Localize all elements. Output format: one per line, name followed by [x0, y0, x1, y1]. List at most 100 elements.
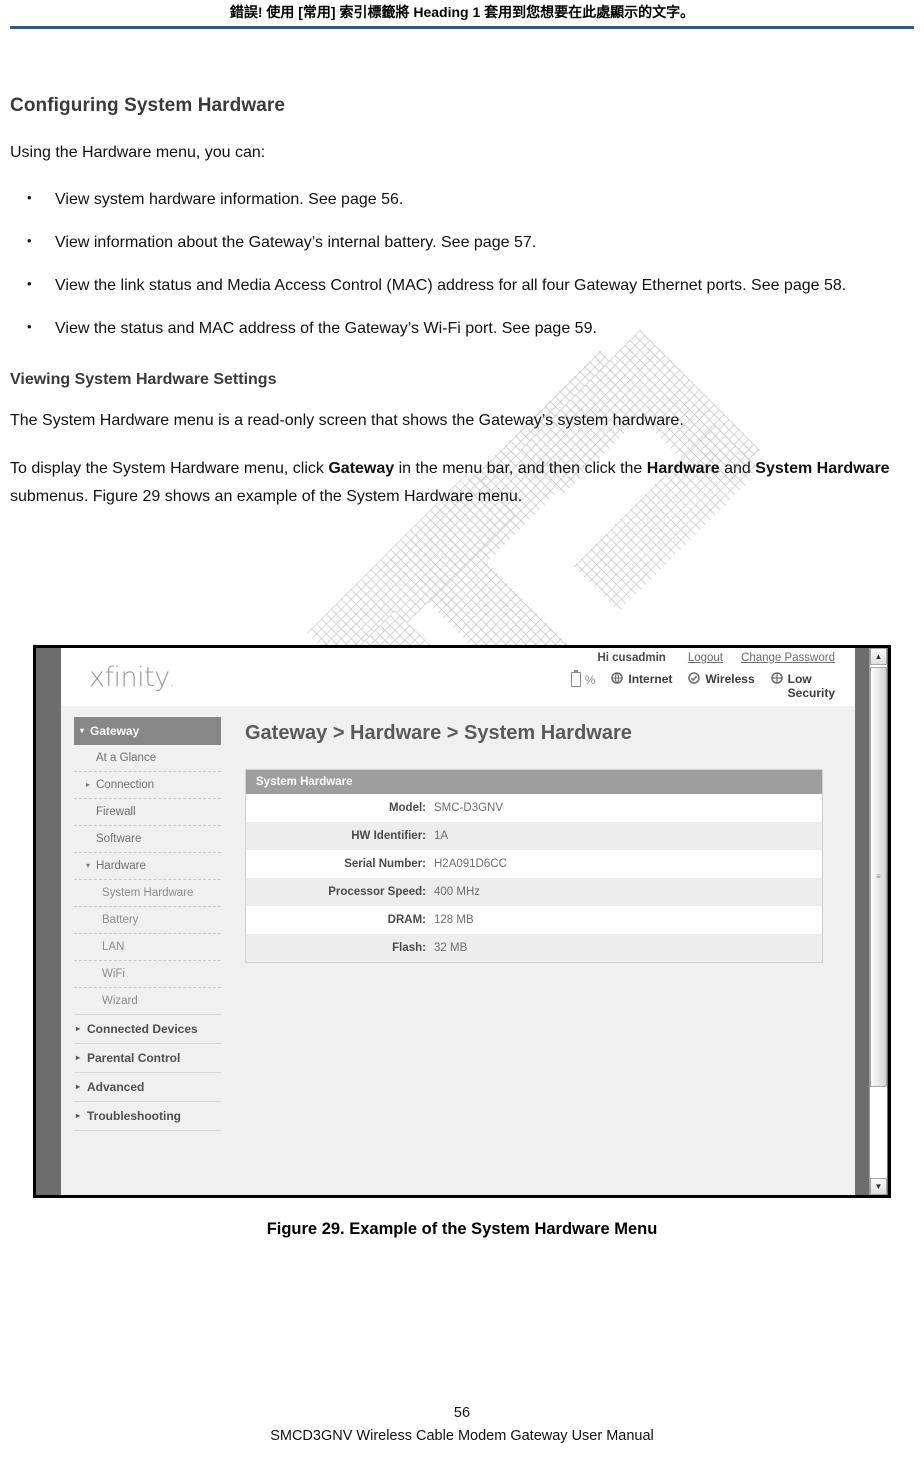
xfinity-logo-dot: . — [169, 671, 175, 690]
instruction-text-4: submenus. Figure 29 shows an example of … — [10, 488, 523, 505]
table-row: Processor Speed: 400 MHz — [246, 878, 822, 906]
sidebar-item-label: At a Glance — [96, 752, 157, 764]
sidebar-item-hardware[interactable]: ▾ Hardware — [74, 853, 221, 880]
shield-icon — [770, 672, 783, 687]
table-row: HW Identifier: 1A — [246, 822, 822, 850]
security-status-label-group: Low Security — [788, 672, 835, 700]
panel-row-list: Model: SMC-D3GNV HW Identifier: 1A Serial … — [246, 794, 822, 962]
intro-paragraph: Using the Hardware menu, you can: — [10, 144, 266, 161]
battery-percent-label: % — [584, 672, 596, 687]
sidebar-nav: ▾ Gateway At a Glance ▸ Connection Firewal… — [61, 706, 231, 1195]
instruction-text-1: To display the System Hardware menu, cli… — [10, 460, 329, 477]
page-title: Configuring System Hardware — [10, 95, 286, 116]
sidebar-item-label: System Hardware — [102, 887, 194, 899]
list-item: View system hardware information. See pa… — [10, 185, 914, 212]
figure-caption: Figure 29. Example of the System Hardwar… — [266, 1220, 658, 1238]
sidebar-item-battery[interactable]: Battery — [74, 907, 221, 934]
sidebar-item-software[interactable]: Software — [74, 826, 221, 853]
manual-title: SMCD3GNV Wireless Cable Modem Gateway Us… — [270, 1428, 654, 1444]
menu-name-hardware: Hardware — [646, 460, 720, 477]
description-paragraph: The System Hardware menu is a read-only … — [10, 412, 684, 429]
sidebar-item-system-hardware[interactable]: System Hardware — [74, 880, 221, 907]
sidebar-item-label: Firewall — [96, 806, 136, 818]
change-password-link[interactable]: Change Password — [741, 652, 835, 664]
sidebar-item-advanced[interactable]: ▸ Advanced — [74, 1073, 221, 1102]
scroll-down-arrow-icon[interactable]: ▼ — [870, 1178, 887, 1195]
sidebar-item-wizard[interactable]: Wizard — [74, 988, 221, 1015]
page-number: 56 — [453, 1405, 471, 1421]
sidebar-item-label: Wizard — [102, 995, 138, 1007]
wireless-status-label: Wireless — [705, 672, 755, 686]
screenshot-left-gutter — [36, 648, 61, 1195]
chevron-right-icon: ▸ — [86, 780, 91, 789]
sidebar-item-lan[interactable]: LAN — [74, 934, 221, 961]
row-value: SMC-D3GNV — [434, 802, 504, 814]
account-bar: Hi cusadmin Logout Change Password — [597, 652, 835, 664]
table-row: DRAM: 128 MB — [246, 906, 822, 934]
sidebar-item-label: Parental Control — [87, 1051, 181, 1065]
sidebar-item-connected-devices[interactable]: ▸ Connected Devices — [74, 1015, 221, 1044]
ui-body: ▾ Gateway At a Glance ▸ Connection Firewal… — [61, 706, 855, 1195]
menu-name-system-hardware: System Hardware — [755, 460, 890, 477]
xfinity-logo: xfinity. — [89, 662, 175, 693]
feature-bullet-list: View system hardware information. See pa… — [10, 185, 914, 341]
vertical-scrollbar[interactable]: ▲ ≡ ▼ — [855, 648, 888, 1195]
scrollbar-thumb[interactable]: ≡ — [870, 667, 887, 1087]
table-row: Model: SMC-D3GNV — [246, 794, 822, 822]
sidebar-item-connection[interactable]: ▸ Connection — [74, 772, 221, 799]
sidebar-item-gateway[interactable]: ▾ Gateway — [74, 717, 221, 745]
xfinity-logo-text: xfinity — [89, 662, 170, 693]
security-status-label-line2: Security — [787, 686, 835, 700]
sidebar-item-label: Advanced — [87, 1080, 145, 1094]
chevron-right-icon: ▸ — [76, 1082, 81, 1091]
row-label: Serial Number: — [344, 858, 426, 870]
sidebar-item-wifi[interactable]: WiFi — [74, 961, 221, 988]
battery-icon — [570, 670, 581, 687]
sidebar-item-at-a-glance[interactable]: At a Glance — [74, 745, 221, 772]
sidebar-item-label: Software — [96, 833, 142, 845]
scroll-up-arrow-icon[interactable]: ▲ — [870, 648, 887, 665]
row-value: 32 MB — [434, 942, 468, 954]
chevron-right-icon: ▸ — [76, 1024, 81, 1033]
sidebar-item-label: Troubleshooting — [87, 1109, 181, 1123]
breadcrumb: Gateway > Hardware > System Hardware — [245, 722, 632, 744]
main-content-area: Gateway > Hardware > System Hardware Sys… — [231, 706, 855, 1195]
sidebar-item-parental-control[interactable]: ▸ Parental Control — [74, 1044, 221, 1073]
row-value: 400 MHz — [434, 886, 481, 898]
row-value: 128 MB — [434, 914, 474, 926]
row-label: Processor Speed: — [328, 886, 426, 898]
row-value: H2A091D6CC — [434, 858, 507, 870]
sidebar-item-firewall[interactable]: Firewall — [74, 799, 221, 826]
row-label: HW Identifier: — [351, 830, 426, 842]
chevron-right-icon: ▸ — [76, 1053, 81, 1062]
chevron-down-icon: ▾ — [80, 726, 85, 735]
battery-status[interactable]: % — [570, 670, 596, 687]
security-status-label-line1: Low — [787, 672, 812, 686]
system-hardware-panel: System Hardware Model: SMC-D3GNV HW Ident… — [245, 769, 823, 963]
page-footer: 56 SMCD3GNV Wireless Cable Modem Gateway… — [0, 1402, 924, 1448]
security-status[interactable]: Low Security — [770, 672, 835, 700]
row-value: 1A — [434, 830, 449, 842]
internet-status[interactable]: Internet — [611, 672, 672, 687]
menu-name-gateway: Gateway — [328, 460, 395, 477]
header-divider-rule — [10, 26, 914, 29]
sidebar-item-label: Battery — [102, 914, 139, 926]
instruction-text-2: in the menu bar, and then click the — [394, 460, 647, 477]
chevron-right-icon: ▸ — [76, 1111, 81, 1120]
sidebar-item-label: WiFi — [102, 968, 125, 980]
instruction-paragraph: To display the System Hardware menu, cli… — [10, 455, 914, 511]
sidebar-item-label: Connected Devices — [87, 1022, 198, 1036]
list-item: View the status and MAC address of the G… — [10, 314, 914, 341]
sidebar-item-troubleshooting[interactable]: ▸ Troubleshooting — [74, 1102, 221, 1131]
table-row: Flash: 32 MB — [246, 934, 822, 962]
embedded-screenshot-figure: xfinity. Hi cusadmin Logout Change Passwor… — [33, 645, 891, 1198]
gateway-web-ui: xfinity. Hi cusadmin Logout Change Passwor… — [61, 648, 855, 1195]
row-label: Model: — [388, 802, 426, 814]
document-error-header: 錯誤! 使用 [常用] 索引標籤將 Heading 1 套用到您想要在此處顯示的… — [229, 4, 695, 20]
logout-link[interactable]: Logout — [688, 652, 723, 664]
wireless-status[interactable]: Wireless — [688, 672, 755, 687]
document-content: Configuring System Hardware Using the Ha… — [10, 95, 914, 531]
list-item: View information about the Gateway’s int… — [10, 228, 914, 255]
sidebar-item-label: Gateway — [90, 724, 140, 738]
sidebar-item-label: Connection — [96, 779, 155, 791]
